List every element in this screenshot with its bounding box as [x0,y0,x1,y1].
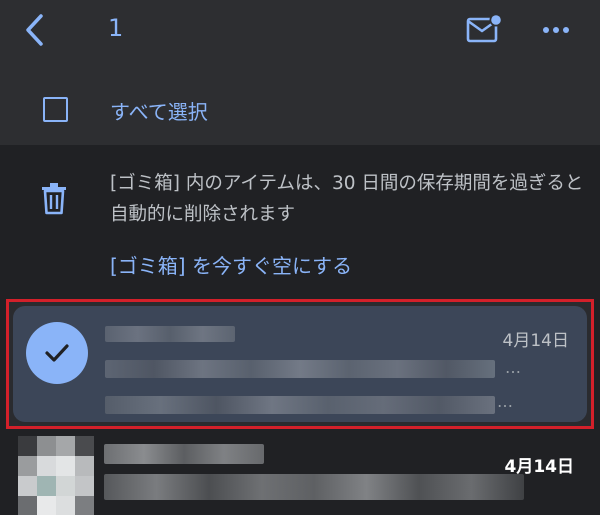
message-row[interactable]: 4月14日 [0,434,600,515]
message-date: 4月14日 [502,331,569,351]
message-card[interactable]: 4月14日 … … [13,306,587,422]
trash-retention-notice: [ゴミ箱] 内のアイテムは、30 日間の保存期間を過ぎると自動的に削除されます [110,173,584,225]
sender-redacted [105,326,235,342]
more-options-button[interactable] [538,16,574,44]
snippet-ellipsis: … [497,392,514,411]
more-horizontal-icon [543,27,569,33]
mark-unread-button[interactable] [465,12,503,46]
mail-unread-icon [466,13,503,43]
selected-message-row[interactable]: 4月14日 … … [6,299,594,429]
message-date: 4月14日 [504,457,575,477]
chevron-left-icon [26,14,43,46]
empty-trash-link[interactable]: [ゴミ箱] を今すぐ空にする [110,250,352,279]
sender-redacted [104,444,264,464]
select-all-label: すべて選択 [110,100,208,124]
snippet-redacted [105,396,495,414]
trash-icon [40,182,68,216]
subject-redacted [105,360,495,378]
subject-ellipsis: … [505,358,522,377]
back-button[interactable] [18,10,52,50]
selection-toolbar: 1 すべて選択 [0,0,600,145]
sender-avatar-redacted[interactable] [18,436,94,515]
subject-redacted [104,474,524,500]
select-all-row[interactable]: すべて選択 [0,78,600,138]
selected-avatar[interactable] [26,322,88,384]
trash-notice-banner: [ゴミ箱] 内のアイテムは、30 日間の保存期間を過ぎると自動的に削除されます … [0,150,600,290]
checkmark-icon [45,344,69,362]
select-all-checkbox[interactable] [43,97,68,122]
selected-count: 1 [108,14,124,42]
